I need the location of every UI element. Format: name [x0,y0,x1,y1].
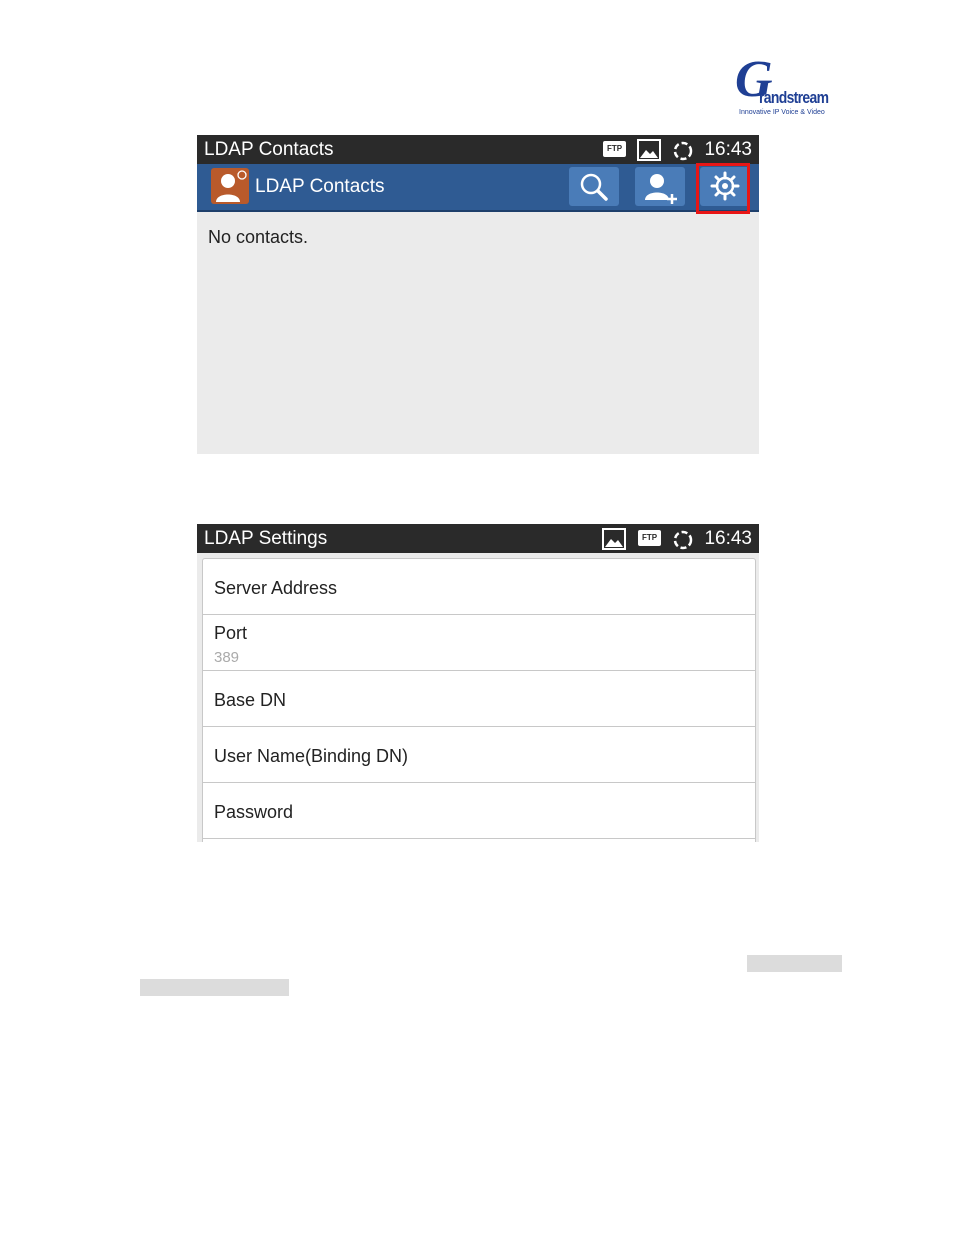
status-title: LDAP Settings [204,528,328,549]
setting-label: Base DN [214,690,287,710]
grandstream-logo: G randstream Innovative IP Voice & Video [733,54,837,120]
status-time: 16:43 [704,139,752,160]
setting-user-name[interactable]: User Name(Binding DN) [203,727,755,783]
setting-base-dn[interactable]: Base DN [203,671,755,727]
logo-tagline: Innovative IP Voice & Video [739,109,825,116]
setting-label: Password [214,802,294,822]
setting-label: Server Address [214,578,338,598]
image-notification-icon [602,528,626,555]
image-notification-icon [637,139,661,166]
text-highlight-bar [140,979,289,996]
setting-label: User Name(Binding DN) [214,746,409,766]
settings-list: Server Address Port 389 Base DN User Nam… [202,558,756,842]
settings-highlight-box [696,163,750,214]
actionbar-title: LDAP Contacts [255,176,385,197]
status-title: LDAP Contacts [204,139,334,160]
empty-contacts-message: No contacts. [208,227,309,247]
add-contact-button[interactable] [635,167,685,206]
contact-app-icon [211,168,249,204]
setting-port[interactable]: Port 389 [203,615,755,671]
add-contact-icon [635,174,685,210]
ldap-contacts-screenshot: LDAP Contacts FTP 16:43 LDAP Contacts No… [197,135,759,454]
ftp-icon: FTP [638,530,661,546]
action-bar: LDAP Contacts [197,164,759,212]
setting-password[interactable]: Password [203,783,755,839]
status-bar: LDAP Contacts FTP 16:43 [197,135,759,164]
setting-value: 389 [214,649,240,666]
ldap-settings-screenshot: LDAP Settings FTP 16:43 Server Address P… [197,524,759,842]
search-icon [569,173,619,210]
status-time: 16:43 [704,528,752,549]
status-bar: LDAP Settings FTP 16:43 [197,524,759,553]
text-highlight-bar [747,955,842,972]
setting-server-address[interactable]: Server Address [203,559,755,615]
setting-label: Port [214,623,248,643]
search-button[interactable] [569,167,619,206]
ftp-icon: FTP [603,141,626,157]
sync-icon [672,140,694,167]
logo-word: randstream [759,88,829,107]
sync-icon [672,529,694,556]
